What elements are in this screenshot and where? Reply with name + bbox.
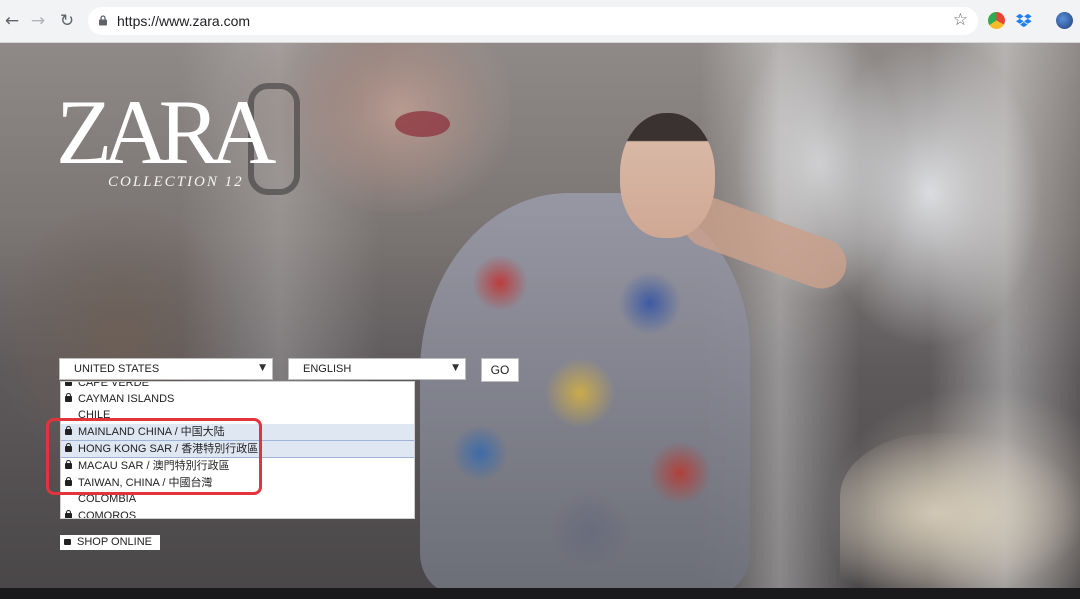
star-icon[interactable]: ☆ [953,10,968,30]
back-icon[interactable]: ← [2,11,22,31]
lock-icon [99,15,107,26]
collection-label: COLLECTION 12 [108,174,244,190]
fabric-drape [840,433,1080,588]
hero-bottom-edge [0,588,1080,599]
url-text: https://www.zara.com [117,13,251,29]
profile-avatar[interactable] [1056,12,1073,29]
forward-icon[interactable]: → [28,11,48,31]
shop-online-link[interactable]: SHOP ONLINE [60,535,160,550]
shopping-bag-icon [65,510,72,518]
shopping-bag-icon [64,539,71,545]
browser-toolbar: ← → ↻ https://www.zara.com ☆ [0,0,1080,43]
model-lips [395,111,450,137]
language-select-value: ENGLISH [303,363,352,375]
extension-icon[interactable] [988,12,1005,29]
dropdown-arrow-icon: ▼ [259,363,266,373]
country-option[interactable]: COMOROS [61,508,414,518]
country-option[interactable]: CAYMAN ISLANDS [61,391,414,408]
reload-icon[interactable]: ↻ [57,11,77,31]
model-head [620,113,715,238]
model-dress [420,193,750,588]
country-select-value: UNITED STATES [74,363,160,375]
country-select[interactable]: UNITED STATES ▼ [59,358,273,380]
shopping-bag-icon [65,393,72,402]
go-button[interactable]: GO [481,358,519,382]
language-select[interactable]: ENGLISH ▼ [288,358,466,380]
annotation-highlight-box [46,418,262,495]
address-bar[interactable]: https://www.zara.com ☆ [88,7,978,35]
zara-logo[interactable]: ZARA [56,86,276,178]
dropbox-icon[interactable] [1016,12,1033,29]
shopping-bag-icon [65,382,72,386]
dropdown-arrow-icon: ▼ [452,363,459,373]
